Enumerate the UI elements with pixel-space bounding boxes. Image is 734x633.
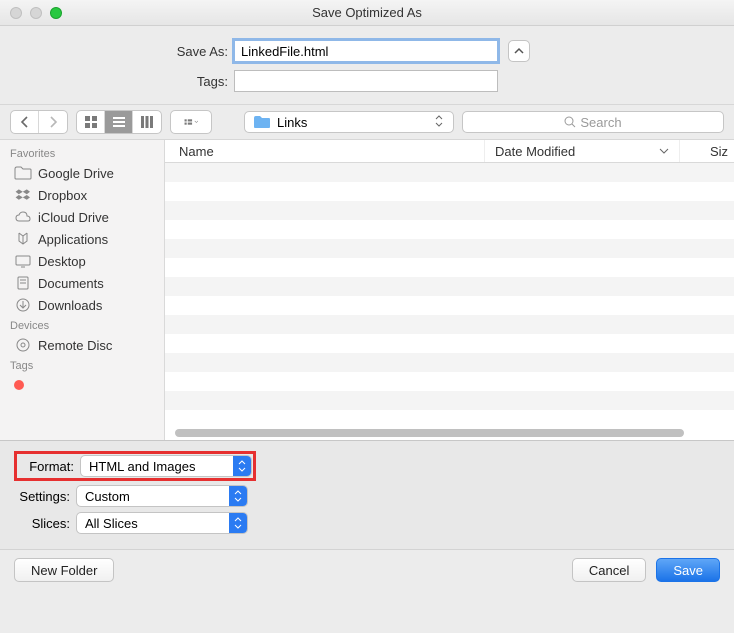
sidebar-item-label: Desktop [38, 254, 86, 269]
saveas-input[interactable] [234, 40, 498, 62]
collapse-toggle-button[interactable] [508, 40, 530, 62]
file-list: Name Date Modified Siz [165, 140, 734, 440]
tags-header: Tags [0, 356, 164, 374]
export-options: Format: HTML and Images Settings: Custom… [0, 440, 734, 549]
slices-label: Slices: [14, 516, 76, 531]
file-browser: Favorites Google Drive Dropbox iCloud Dr… [0, 140, 734, 440]
save-button[interactable]: Save [656, 558, 720, 582]
settings-label: Settings: [14, 489, 76, 504]
chevron-up-icon [514, 46, 524, 56]
nav-buttons [10, 110, 68, 134]
table-row[interactable] [165, 315, 734, 334]
sidebar-item-dropbox[interactable]: Dropbox [0, 184, 164, 206]
cloud-icon [14, 209, 32, 225]
location-label: Links [277, 115, 307, 130]
favorites-header: Favorites [0, 144, 164, 162]
select-value: Custom [85, 489, 130, 504]
sidebar-item-label: Downloads [38, 298, 102, 313]
format-label: Format: [18, 459, 80, 474]
sidebar-item-google-drive[interactable]: Google Drive [0, 162, 164, 184]
sidebar-item-tag[interactable] [0, 374, 164, 396]
dialog-footer: New Folder Cancel Save [0, 549, 734, 590]
table-row[interactable] [165, 353, 734, 372]
table-row[interactable] [165, 201, 734, 220]
table-row[interactable] [165, 391, 734, 410]
view-mode-buttons [76, 110, 162, 134]
sidebar-item-label: Documents [38, 276, 104, 291]
slices-select[interactable]: All Slices [76, 512, 248, 534]
column-size[interactable]: Siz [680, 140, 734, 162]
apps-icon [14, 231, 32, 247]
column-name[interactable]: Name [165, 140, 485, 162]
column-view-button[interactable] [133, 111, 161, 133]
back-button[interactable] [11, 111, 39, 133]
icon-view-button[interactable] [77, 111, 105, 133]
horizontal-scrollbar[interactable] [175, 429, 684, 437]
search-icon [564, 116, 576, 128]
chevron-down-icon [659, 146, 669, 156]
desktop-icon [14, 253, 32, 269]
sidebar: Favorites Google Drive Dropbox iCloud Dr… [0, 140, 165, 440]
sidebar-item-documents[interactable]: Documents [0, 272, 164, 294]
col-label: Date Modified [495, 144, 575, 159]
title-bar: Save Optimized As [0, 0, 734, 26]
format-row-wrap: Format: HTML and Images [14, 451, 256, 481]
sidebar-item-desktop[interactable]: Desktop [0, 250, 164, 272]
sidebar-item-label: Google Drive [38, 166, 114, 181]
file-rows [165, 163, 734, 410]
new-folder-button[interactable]: New Folder [14, 558, 114, 582]
table-row[interactable] [165, 334, 734, 353]
col-label: Siz [710, 144, 728, 159]
list-view-button[interactable] [105, 111, 133, 133]
table-row[interactable] [165, 372, 734, 391]
window-title: Save Optimized As [0, 5, 734, 20]
tags-label: Tags: [0, 74, 234, 89]
updown-icon [229, 485, 247, 507]
saveas-label: Save As: [0, 44, 234, 59]
tags-input[interactable] [234, 70, 498, 92]
updown-icon [229, 512, 247, 534]
table-row[interactable] [165, 296, 734, 315]
search-input[interactable]: Search [462, 111, 724, 133]
column-date-modified[interactable]: Date Modified [485, 140, 680, 162]
sidebar-item-label: Remote Disc [38, 338, 112, 353]
sidebar-item-downloads[interactable]: Downloads [0, 294, 164, 316]
format-select[interactable]: HTML and Images [80, 455, 252, 477]
forward-button[interactable] [39, 111, 67, 133]
browser-toolbar: Links Search [0, 104, 734, 140]
table-row[interactable] [165, 239, 734, 258]
column-headers: Name Date Modified Siz [165, 140, 734, 163]
updown-icon [435, 115, 445, 130]
search-placeholder: Search [580, 115, 621, 130]
col-label: Name [179, 144, 214, 159]
sidebar-item-label: Dropbox [38, 188, 87, 203]
sidebar-item-applications[interactable]: Applications [0, 228, 164, 250]
location-popup[interactable]: Links [244, 111, 454, 133]
sidebar-item-remote-disc[interactable]: Remote Disc [0, 334, 164, 356]
devices-header: Devices [0, 316, 164, 334]
dropbox-icon [14, 187, 32, 203]
select-value: HTML and Images [89, 459, 195, 474]
settings-select[interactable]: Custom [76, 485, 248, 507]
table-row[interactable] [165, 182, 734, 201]
downloads-icon [14, 297, 32, 313]
table-row[interactable] [165, 163, 734, 182]
select-value: All Slices [85, 516, 138, 531]
sidebar-item-label: iCloud Drive [38, 210, 109, 225]
table-row[interactable] [165, 220, 734, 239]
disc-icon [14, 337, 32, 353]
group-by-button[interactable] [170, 110, 212, 134]
documents-icon [14, 275, 32, 291]
folder-icon [14, 165, 32, 181]
updown-icon [233, 455, 251, 477]
folder-icon [253, 115, 271, 129]
table-row[interactable] [165, 258, 734, 277]
sidebar-item-icloud[interactable]: iCloud Drive [0, 206, 164, 228]
cancel-button[interactable]: Cancel [572, 558, 646, 582]
table-row[interactable] [165, 277, 734, 296]
save-form: Save As: Tags: [0, 26, 734, 104]
sidebar-item-label: Applications [38, 232, 108, 247]
